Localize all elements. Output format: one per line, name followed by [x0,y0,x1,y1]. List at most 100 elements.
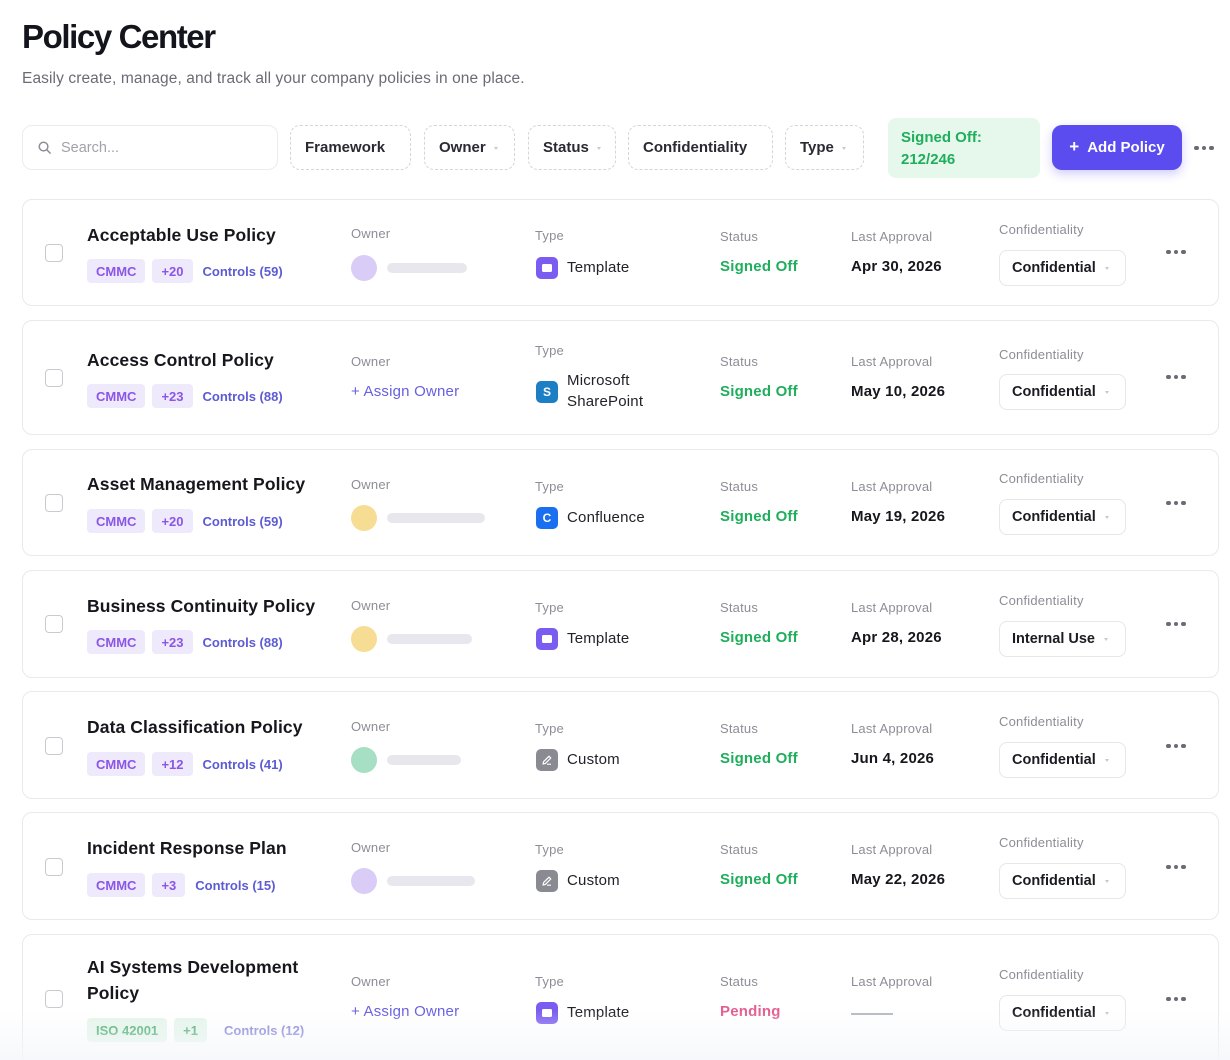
policy-name[interactable]: Access Control Policy [87,347,327,373]
row-checkbox[interactable] [45,858,63,876]
type-label: Type [535,721,564,736]
extra-frameworks-tag: +12 [152,752,193,776]
confidentiality-select[interactable]: Confidential [999,995,1126,1031]
policy-row[interactable]: AI Systems Development Policy ISO 42001 … [22,934,1219,1060]
policy-row[interactable]: Access Control Policy CMMC +23 Controls … [22,320,1219,435]
search-box[interactable] [22,125,278,170]
type-label: Type [535,228,564,243]
filter-type[interactable]: Type [785,125,864,170]
filter-status-label: Status [543,139,589,156]
policy-name[interactable]: Acceptable Use Policy [87,222,327,248]
confidentiality-value: Confidential [1012,873,1096,889]
confidentiality-select[interactable]: Confidential [999,499,1126,535]
row-checkbox[interactable] [45,369,63,387]
more-horizontal-icon[interactable] [1166,247,1190,257]
policy-row[interactable]: Business Continuity Policy CMMC +23 Cont… [22,570,1219,678]
owner-label: Owner [351,840,391,855]
more-horizontal-icon[interactable] [1166,498,1190,508]
extra-frameworks-tag: +3 [152,873,186,897]
owner-name-placeholder [387,876,475,886]
more-horizontal-icon[interactable] [1166,619,1190,629]
more-horizontal-icon[interactable] [1166,372,1190,382]
framework-tags: CMMC +23 Controls (88) [87,384,283,408]
status-value: Signed Off [720,629,798,646]
filter-framework[interactable]: Framework [290,125,411,170]
controls-link[interactable]: Controls (12) [224,1023,304,1038]
extra-frameworks-tag: +23 [152,384,193,408]
last-approval-value: May 19, 2026 [851,508,946,525]
last-approval-label: Last Approval [851,479,933,494]
status-value: Signed Off [720,508,798,525]
status-label: Status [720,974,759,989]
controls-link[interactable]: Controls (15) [195,878,275,893]
avatar [351,505,377,531]
policy-name[interactable]: Asset Management Policy [87,471,327,497]
last-approval-label: Last Approval [851,721,933,736]
confidentiality-value: Confidential [1012,260,1096,276]
assign-owner-link[interactable]: + Assign Owner [351,383,459,400]
type-value: Microsoft SharePoint [567,372,644,410]
assign-owner-link[interactable]: + Assign Owner [351,1003,459,1020]
framework-tags: CMMC +23 Controls (88) [87,630,283,654]
add-policy-button[interactable]: + Add Policy [1052,125,1182,170]
avatar [351,255,377,281]
status-value: Signed Off [720,383,798,400]
filter-confidentiality-label: Confidentiality [643,139,748,156]
owner-label: Owner [351,226,391,241]
filter-status[interactable]: Status [528,125,616,170]
confluence-icon: C [536,507,558,529]
more-horizontal-icon[interactable] [1166,862,1190,872]
row-checkbox[interactable] [45,737,63,755]
more-horizontal-icon[interactable] [1194,138,1218,158]
more-horizontal-icon[interactable] [1166,994,1190,1004]
filter-owner-label: Owner [439,139,486,156]
confidentiality-select[interactable]: Internal Use [999,621,1126,657]
sharepoint-icon: S [536,381,558,403]
controls-link[interactable]: Controls (41) [203,757,283,772]
row-checkbox[interactable] [45,244,63,262]
signed-off-value: 212/246 [901,151,956,168]
confidentiality-select[interactable]: Confidential [999,250,1126,286]
confidentiality-select[interactable]: Confidential [999,863,1126,899]
policy-row[interactable]: Data Classification Policy CMMC +12 Cont… [22,691,1219,799]
template-icon [536,628,558,650]
owner-label: Owner [351,598,391,613]
search-input[interactable] [61,139,261,156]
policy-row[interactable]: Incident Response Plan CMMC +3 Controls … [22,812,1219,920]
policy-name[interactable]: AI Systems Development Policy [87,954,327,1006]
policy-name[interactable]: Incident Response Plan [87,835,327,861]
signed-off-summary: Signed Off: 212/246 [888,118,1040,178]
controls-link[interactable]: Controls (59) [203,264,283,279]
filter-owner[interactable]: Owner [424,125,515,170]
last-approval-value: Jun 4, 2026 [851,750,935,767]
policy-name[interactable]: Data Classification Policy [87,714,327,740]
framework-tag: CMMC [87,384,146,408]
chevron-down-icon [1104,638,1108,641]
owner-label: Owner [351,354,391,369]
policy-name[interactable]: Business Continuity Policy [87,593,327,619]
last-approval-label: Last Approval [851,974,933,989]
filter-framework-label: Framework [305,139,386,156]
controls-link[interactable]: Controls (88) [203,389,283,404]
filter-confidentiality[interactable]: Confidentiality [628,125,773,170]
policy-row[interactable]: Acceptable Use Policy CMMC +20 Controls … [22,199,1219,306]
confidentiality-select[interactable]: Confidential [999,742,1126,778]
row-checkbox[interactable] [45,494,63,512]
owner-name-placeholder [387,634,472,644]
confidentiality-label: Confidentiality [999,347,1084,362]
controls-link[interactable]: Controls (88) [203,635,283,650]
type-value: Template [567,259,630,276]
chevron-down-icon [841,146,846,150]
framework-tags: CMMC +20 Controls (59) [87,259,283,283]
confidentiality-label: Confidentiality [999,593,1084,608]
policy-row[interactable]: Asset Management Policy CMMC +20 Control… [22,449,1219,556]
status-value: Signed Off [720,258,798,275]
row-checkbox[interactable] [45,615,63,633]
page-title: Policy Center [22,18,216,55]
confidentiality-select[interactable]: Confidential [999,374,1126,410]
status-label: Status [720,354,759,369]
more-horizontal-icon[interactable] [1166,741,1190,751]
row-checkbox[interactable] [45,990,63,1008]
chevron-down-icon [1104,1012,1109,1015]
controls-link[interactable]: Controls (59) [203,514,283,529]
